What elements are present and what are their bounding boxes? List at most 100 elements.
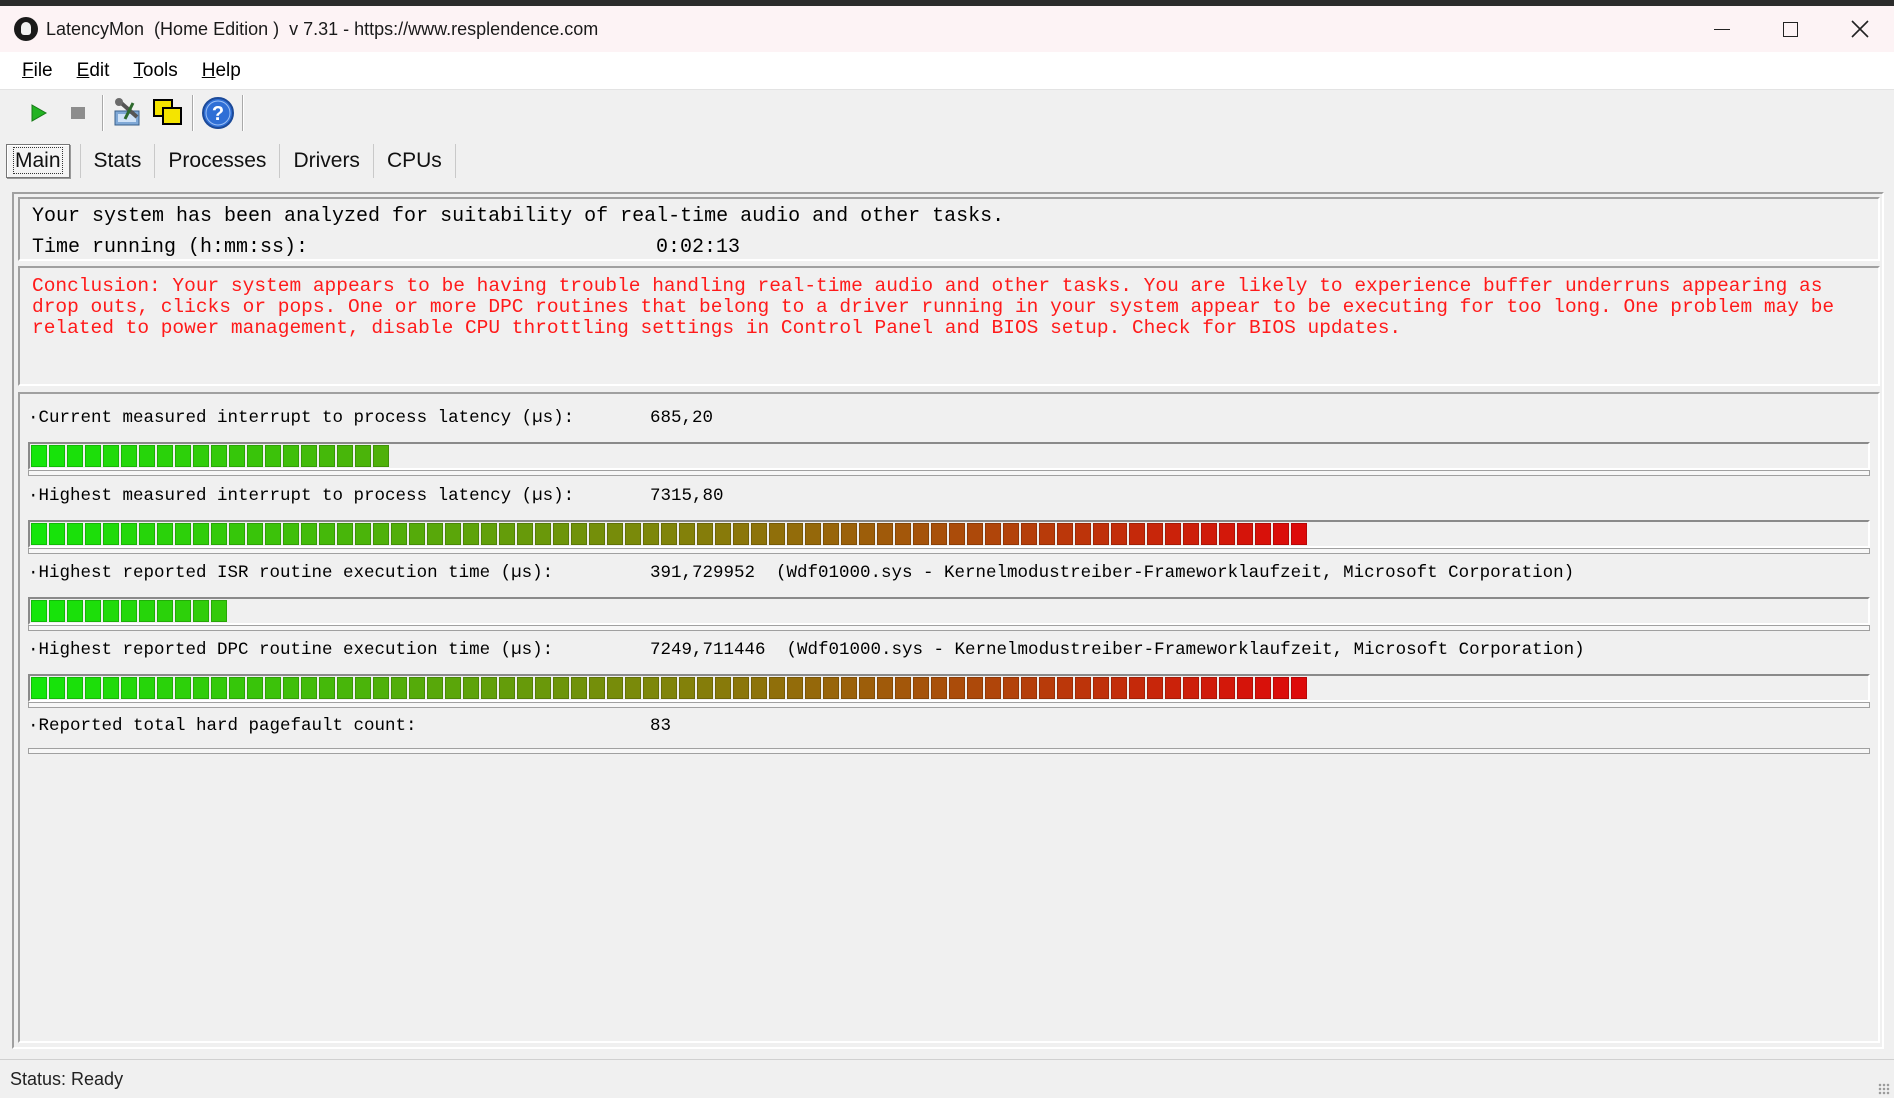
metric-label: ·Reported total hard pagefault count:	[28, 716, 417, 736]
meter-segment	[391, 677, 407, 699]
meter-segment	[949, 523, 965, 545]
meter-segment	[1219, 677, 1235, 699]
meter-segment	[751, 677, 767, 699]
latency-meter	[28, 597, 1870, 625]
menu-tools[interactable]: Tools	[125, 60, 185, 82]
meter-segment	[1111, 677, 1127, 699]
meter-segment	[985, 523, 1001, 545]
meter-segment	[607, 677, 623, 699]
meter-segment	[1111, 523, 1127, 545]
menu-file[interactable]: File	[14, 60, 61, 82]
meter-segment	[67, 523, 83, 545]
meter-segment	[715, 677, 731, 699]
meter-segment	[949, 677, 965, 699]
meter-track	[28, 702, 1870, 708]
resize-grip-icon[interactable]	[1878, 1083, 1890, 1095]
menu-tools-label: ools	[142, 59, 178, 81]
meter-segment	[1039, 677, 1055, 699]
toolbar-separator	[242, 95, 244, 131]
minimize-button[interactable]	[1688, 6, 1756, 52]
metric-label: ·Highest reported DPC routine execution …	[28, 640, 554, 660]
meter-segment	[139, 677, 155, 699]
meter-segment	[1039, 523, 1055, 545]
meter-segment	[355, 445, 371, 467]
meter-segment	[139, 523, 155, 545]
metric-value: 391,729952 (Wdf01000.sys - Kernelmodustr…	[650, 563, 1575, 583]
meter-segment	[373, 523, 389, 545]
meter-segment	[715, 523, 731, 545]
windows-button[interactable]	[148, 93, 188, 133]
menu-edit[interactable]: Edit	[69, 60, 118, 82]
meter-segment	[265, 677, 281, 699]
menu-edit-accel: E	[76, 59, 90, 81]
tab-cpus-label: CPUs	[386, 149, 442, 172]
meter-segment	[409, 523, 425, 545]
status-bar: Status: Ready	[0, 1059, 1894, 1098]
metric-label: ·Highest measured interrupt to process l…	[28, 486, 575, 506]
meter-segment	[877, 523, 893, 545]
start-button[interactable]	[18, 93, 58, 133]
meter-segment	[121, 445, 137, 467]
meter-segment	[157, 445, 173, 467]
meter-segment	[175, 445, 191, 467]
meter-segment	[175, 523, 191, 545]
meter-segment	[193, 523, 209, 545]
tab-main[interactable]: Main	[6, 144, 70, 178]
latency-meter	[28, 442, 1870, 470]
tab-drivers[interactable]: Drivers	[280, 145, 373, 177]
tab-processes[interactable]: Processes	[155, 145, 279, 177]
tab-stats[interactable]: Stats	[81, 145, 155, 177]
meter-segment	[139, 600, 155, 622]
meter-segment	[499, 523, 515, 545]
windows-icon	[153, 99, 182, 125]
meter-segment	[85, 523, 101, 545]
meter-segment	[247, 445, 263, 467]
meter-segment	[121, 523, 137, 545]
meter-segment	[1021, 523, 1037, 545]
latencymon-app-icon	[14, 17, 38, 41]
meter-segment	[1021, 677, 1037, 699]
close-icon	[1851, 20, 1869, 38]
menu-help[interactable]: Help	[194, 60, 249, 82]
title-bar[interactable]: LatencyMon (Home Edition ) v 7.31 - http…	[0, 6, 1894, 52]
meter-segment	[697, 677, 713, 699]
meter-segment	[823, 677, 839, 699]
meter-segment	[895, 523, 911, 545]
menu-file-accel: F	[22, 59, 34, 81]
meter-segment	[67, 677, 83, 699]
toolbar: ?	[0, 90, 1894, 136]
meter-segment	[517, 523, 533, 545]
tab-cpus[interactable]: CPUs	[374, 145, 455, 177]
close-button[interactable]	[1826, 6, 1894, 52]
meter-segment	[661, 523, 677, 545]
meter-segment	[553, 677, 569, 699]
meter-segment	[121, 677, 137, 699]
meter-segment	[1201, 523, 1217, 545]
meter-segment	[985, 677, 1001, 699]
meter-segment	[85, 445, 101, 467]
stop-button[interactable]	[58, 93, 98, 133]
time-running-label: Time running (h:mm:ss):	[32, 236, 309, 259]
latencymon-window: LatencyMon (Home Edition ) v 7.31 - http…	[0, 6, 1894, 1098]
help-button[interactable]: ?	[198, 93, 238, 133]
meter-segment	[787, 523, 803, 545]
meter-segment	[463, 523, 479, 545]
menu-help-accel: H	[201, 59, 216, 81]
meter-segment	[319, 523, 335, 545]
meter-segment	[103, 445, 119, 467]
meter-segment	[589, 677, 605, 699]
tab-divider	[454, 144, 456, 178]
meter-segment	[31, 523, 47, 545]
meter-segment	[85, 677, 101, 699]
meter-segment	[1183, 677, 1199, 699]
meter-segment	[193, 445, 209, 467]
meter-segment	[931, 677, 947, 699]
maximize-button[interactable]	[1756, 6, 1824, 52]
meter-segment	[337, 523, 353, 545]
meter-segment	[31, 600, 47, 622]
meter-segment	[1291, 523, 1307, 545]
meter-segment	[337, 445, 353, 467]
toolbar-separator	[192, 95, 194, 131]
meter-segment	[229, 445, 245, 467]
tools-button[interactable]	[108, 93, 148, 133]
